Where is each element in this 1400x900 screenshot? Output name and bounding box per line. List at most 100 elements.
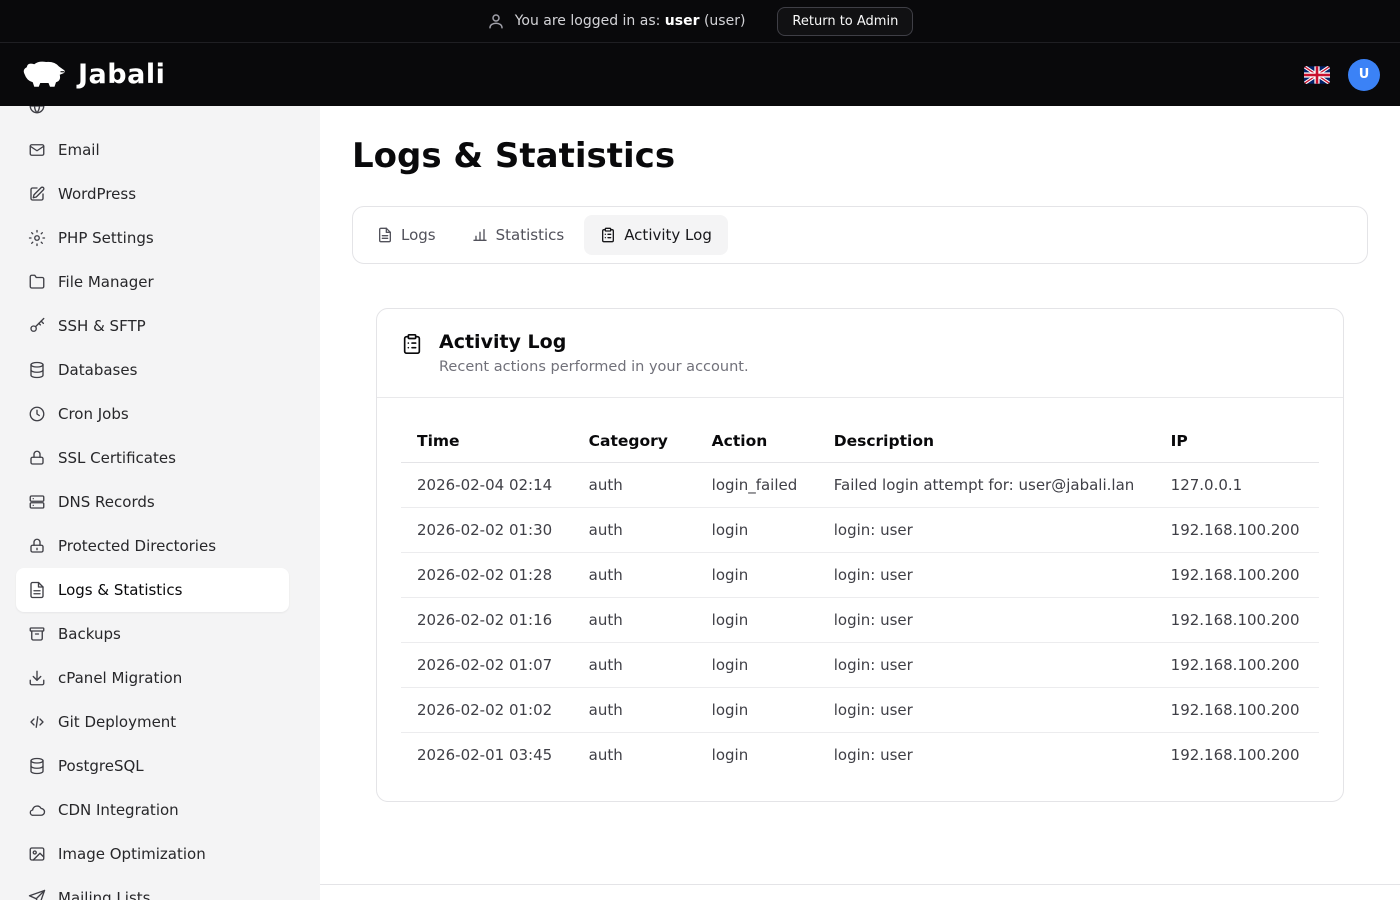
activity-table: Time Category Action Description IP 2026… — [401, 422, 1319, 777]
tab-logs[interactable]: Logs — [361, 215, 452, 255]
sidebar-item-protected-directories[interactable]: Protected Directories — [16, 524, 289, 568]
cell-ip: 192.168.100.200 — [1155, 643, 1319, 688]
cell-description: login: user — [818, 598, 1155, 643]
sidebar-item-email[interactable]: Email — [16, 128, 289, 172]
sidebar-item-cdn-integration[interactable]: CDN Integration — [16, 788, 289, 832]
boar-icon — [20, 59, 68, 91]
pen-square-icon — [28, 185, 46, 203]
sidebar-item-label: cPanel Migration — [58, 669, 182, 687]
cell-action: login — [696, 553, 818, 598]
cell-ip: 192.168.100.200 — [1155, 598, 1319, 643]
clipboard-list-icon — [401, 333, 423, 355]
brand[interactable]: Jabali — [20, 59, 165, 91]
sidebar-item-php-settings[interactable]: PHP Settings — [16, 216, 289, 260]
cell-category: auth — [573, 508, 696, 553]
sidebar-item-label: Backups — [58, 625, 121, 643]
sidebar-item-dns-records[interactable]: DNS Records — [16, 480, 289, 524]
cell-ip: 127.0.0.1 — [1155, 463, 1319, 508]
col-header-action: Action — [696, 422, 818, 463]
card-title: Activity Log — [439, 331, 749, 353]
sidebar-item-git-deployment[interactable]: Git Deployment — [16, 700, 289, 744]
cell-action: login — [696, 688, 818, 733]
sidebar-item-postgresql[interactable]: PostgreSQL — [16, 744, 289, 788]
sidebar-item-label: PostgreSQL — [58, 757, 144, 775]
tab-activity-log[interactable]: Activity Log — [584, 215, 728, 255]
sidebar-item-logs-statistics[interactable]: Logs & Statistics — [16, 568, 289, 612]
sidebar-item-cpanel-migration[interactable]: cPanel Migration — [16, 656, 289, 700]
sidebar-item-label: CDN Integration — [58, 801, 179, 819]
sidebar-item-ssl-certificates[interactable]: SSL Certificates — [16, 436, 289, 480]
sidebar-item-label: WordPress — [58, 185, 136, 203]
card-subtitle: Recent actions performed in your account… — [439, 359, 749, 375]
table-row: 2026-02-01 03:45 auth login login: user … — [401, 733, 1319, 778]
sidebar-item-image-optimization[interactable]: Image Optimization — [16, 832, 289, 876]
cell-category: auth — [573, 733, 696, 778]
footer-divider — [320, 884, 1400, 900]
sidebar-item-partial[interactable] — [16, 106, 289, 128]
uk-flag-icon[interactable] — [1304, 66, 1330, 84]
tab-label: Activity Log — [624, 226, 712, 244]
sidebar-item-wordpress[interactable]: WordPress — [16, 172, 289, 216]
lock-icon — [28, 537, 46, 555]
clock-icon — [28, 405, 46, 423]
file-text-icon — [28, 581, 46, 599]
cell-category: auth — [573, 643, 696, 688]
card-header: Activity Log Recent actions performed in… — [377, 309, 1343, 398]
sidebar-item-databases[interactable]: Databases — [16, 348, 289, 392]
table-header-row: Time Category Action Description IP — [401, 422, 1319, 463]
page-title: Logs & Statistics — [352, 136, 1368, 176]
sidebar-item-label: Git Deployment — [58, 713, 176, 731]
tab-label: Statistics — [496, 226, 565, 244]
cell-action: login — [696, 643, 818, 688]
table-row: 2026-02-02 01:16 auth login login: user … — [401, 598, 1319, 643]
cell-category: auth — [573, 598, 696, 643]
sidebar-item-cron-jobs[interactable]: Cron Jobs — [16, 392, 289, 436]
sidebar-item-label: Email — [58, 141, 100, 159]
globe-icon — [28, 106, 46, 115]
activity-table-wrap: Time Category Action Description IP 2026… — [377, 398, 1343, 801]
sidebar-item-mailing-lists[interactable]: Mailing Lists — [16, 876, 289, 900]
cell-description: login: user — [818, 643, 1155, 688]
cell-category: auth — [573, 688, 696, 733]
sidebar-item-label: Protected Directories — [58, 537, 216, 555]
avatar[interactable]: U — [1348, 59, 1380, 91]
sidebar-item-label: File Manager — [58, 273, 154, 291]
tab-statistics[interactable]: Statistics — [456, 215, 581, 255]
card-header-text: Activity Log Recent actions performed in… — [439, 331, 749, 375]
code-icon — [28, 713, 46, 731]
sidebar-item-file-manager[interactable]: File Manager — [16, 260, 289, 304]
table-row: 2026-02-04 02:14 auth login_failed Faile… — [401, 463, 1319, 508]
sidebar-item-ssh-sftp[interactable]: SSH & SFTP — [16, 304, 289, 348]
archive-icon — [28, 625, 46, 643]
folder-icon — [28, 273, 46, 291]
logged-in-username: user — [665, 13, 700, 29]
mail-icon — [28, 141, 46, 159]
header-actions: U — [1304, 59, 1380, 91]
server-icon — [28, 493, 46, 511]
sidebar-item-label: Mailing Lists — [58, 889, 150, 900]
main-content: Logs & Statistics Logs Statistics Activi… — [320, 106, 1400, 900]
sidebar: Email WordPress PHP Settings File Manage… — [0, 106, 320, 900]
cell-ip: 192.168.100.200 — [1155, 733, 1319, 778]
cell-action: login — [696, 508, 818, 553]
col-header-ip: IP — [1155, 422, 1319, 463]
return-to-admin-button[interactable]: Return to Admin — [777, 7, 913, 36]
table-row: 2026-02-02 01:28 auth login login: user … — [401, 553, 1319, 598]
sidebar-nav: Email WordPress PHP Settings File Manage… — [16, 106, 289, 900]
cell-time: 2026-02-02 01:16 — [401, 598, 573, 643]
send-icon — [28, 889, 46, 900]
cell-category: auth — [573, 463, 696, 508]
sidebar-item-label: Logs & Statistics — [58, 581, 182, 599]
table-row: 2026-02-02 01:30 auth login login: user … — [401, 508, 1319, 553]
clipboard-list-icon — [600, 227, 616, 243]
table-row: 2026-02-02 01:02 auth login login: user … — [401, 688, 1319, 733]
announcement-bar: You are logged in as: user (user) Return… — [0, 0, 1400, 42]
cell-time: 2026-02-02 01:28 — [401, 553, 573, 598]
image-icon — [28, 845, 46, 863]
cell-time: 2026-02-04 02:14 — [401, 463, 573, 508]
cell-time: 2026-02-01 03:45 — [401, 733, 573, 778]
cell-time: 2026-02-02 01:30 — [401, 508, 573, 553]
cell-description: login: user — [818, 733, 1155, 778]
sidebar-item-backups[interactable]: Backups — [16, 612, 289, 656]
user-icon — [487, 12, 505, 30]
